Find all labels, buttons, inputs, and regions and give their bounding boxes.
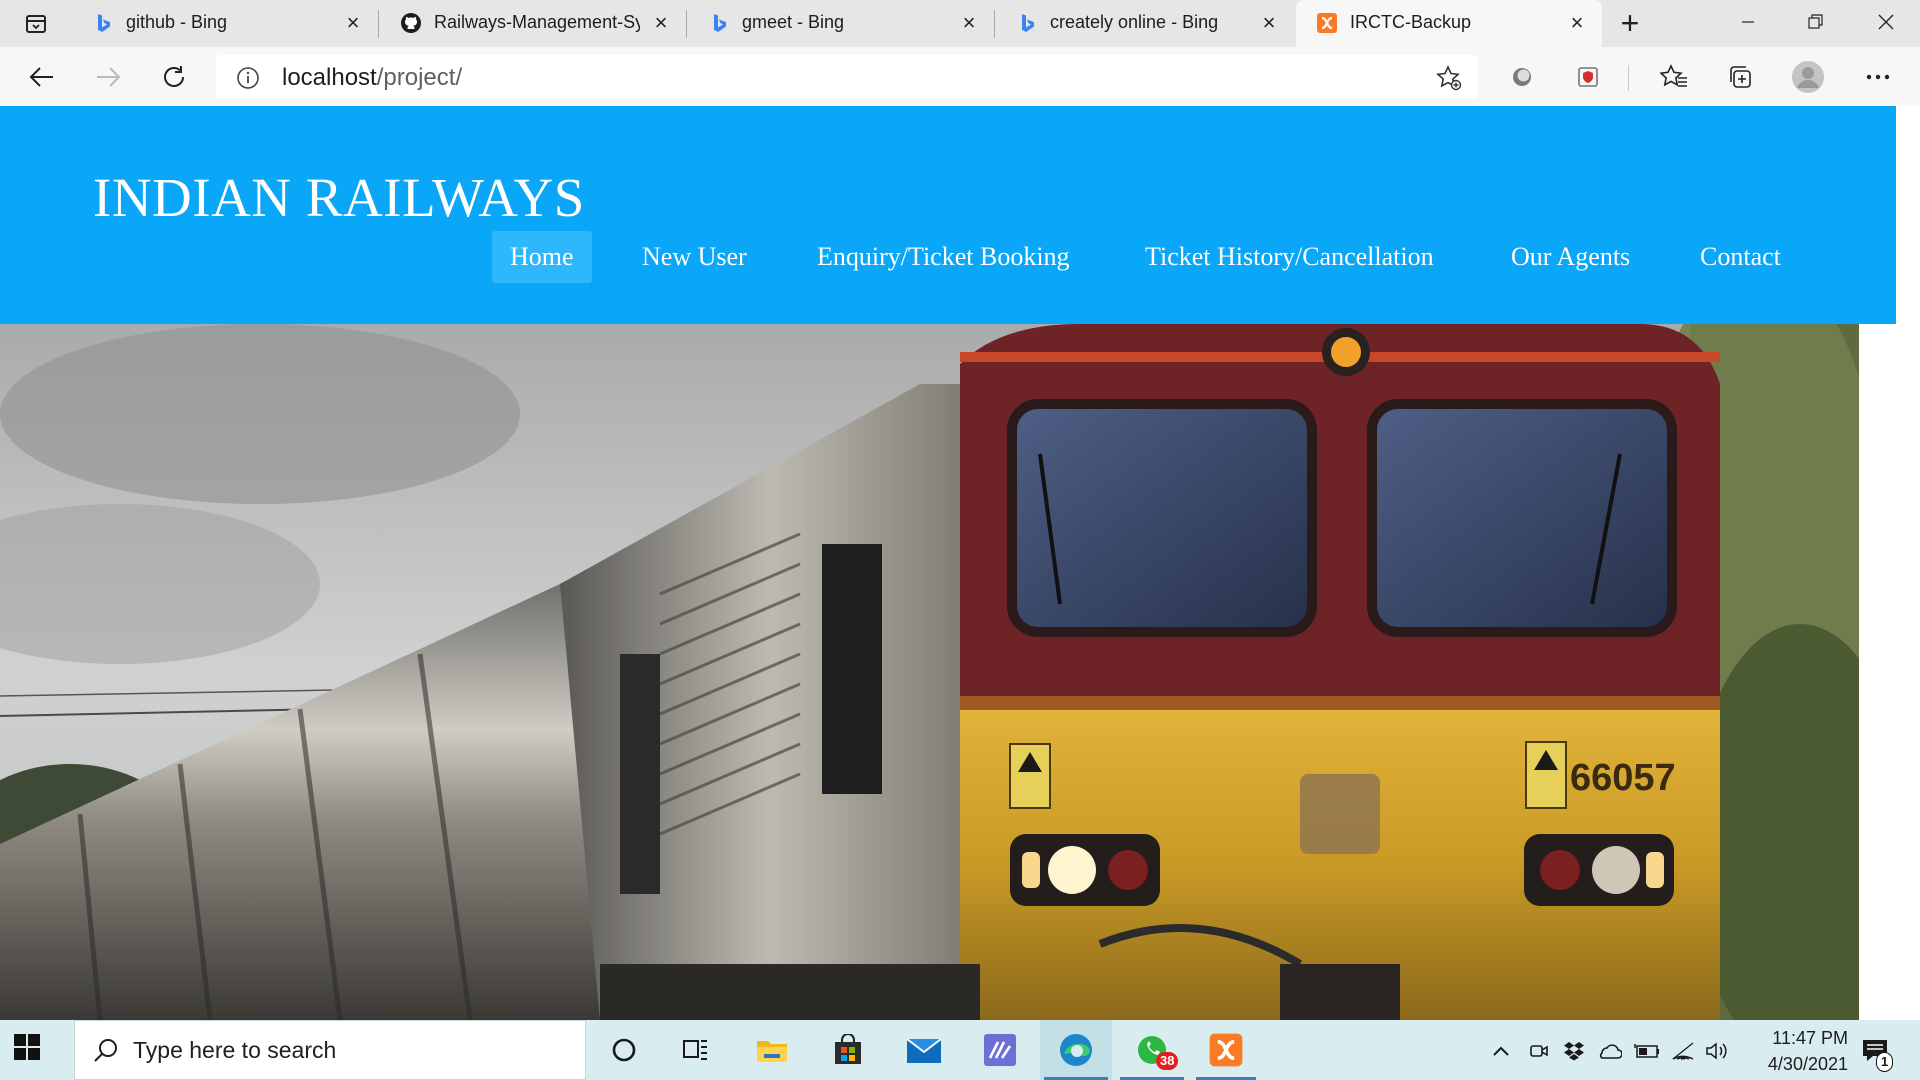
loco-number: 66057 <box>1570 757 1676 799</box>
forward-button[interactable] <box>86 55 130 99</box>
tab-separator <box>994 10 995 38</box>
close-tab-icon[interactable]: × <box>342 12 364 34</box>
restore-button[interactable] <box>1782 0 1850 44</box>
new-tab-button[interactable]: + <box>1612 6 1648 42</box>
task-view-icon[interactable] <box>664 1020 728 1080</box>
web-page: INDIAN RAILWAYS Home New User Enquiry/Ti… <box>0 106 1896 1020</box>
minimize-button[interactable] <box>1714 0 1782 44</box>
back-button[interactable] <box>20 55 64 99</box>
file-explorer-icon[interactable] <box>740 1020 804 1080</box>
nav-home[interactable]: Home <box>492 231 592 283</box>
mail-icon[interactable] <box>892 1020 956 1080</box>
close-tab-icon[interactable]: × <box>1566 12 1588 34</box>
tab-separator <box>686 10 687 38</box>
show-hidden-icons-chevron-icon[interactable] <box>1490 1038 1512 1064</box>
search-icon <box>93 1038 119 1069</box>
tab-title: IRCTC-Backup <box>1350 12 1472 32</box>
windows-start-icon[interactable] <box>14 1034 48 1068</box>
app-icon[interactable] <box>968 1020 1032 1080</box>
notifications-badge: 1 <box>1876 1052 1894 1072</box>
taskbar-search-placeholder: Type here to search <box>133 1037 337 1063</box>
clock-date: 4/30/2021 <box>1767 1054 1848 1074</box>
notifications-icon[interactable]: 1 <box>1858 1038 1894 1072</box>
clock-time: 11:47 PM <box>1772 1028 1848 1048</box>
site-nav: Home New User Enquiry/Ticket Booking Tic… <box>0 231 1896 283</box>
browser-toolbar: localhost/project/ <box>0 47 1920 106</box>
site-header: INDIAN RAILWAYS Home New User Enquiry/Ti… <box>0 106 1896 324</box>
nav-ticket-history-cancellation[interactable]: Ticket History/Cancellation <box>1127 231 1452 283</box>
collections-icon[interactable] <box>1722 59 1758 95</box>
volume-icon[interactable] <box>1704 1038 1730 1064</box>
address-bar[interactable]: localhost/project/ <box>216 55 1478 99</box>
taskbar-clock[interactable]: 11:47 PM 4/30/2021 <box>1728 1025 1848 1077</box>
add-favorite-icon[interactable] <box>1436 65 1462 96</box>
bing-icon <box>708 12 730 34</box>
windows-taskbar: Type here to search 38 11:47 PM 4/30/202… <box>0 1020 1920 1080</box>
site-title: INDIAN RAILWAYS <box>93 167 585 228</box>
nav-contact[interactable]: Contact <box>1682 231 1799 283</box>
xampp-taskbar-icon[interactable] <box>1192 1020 1260 1080</box>
cortana-icon[interactable] <box>592 1020 656 1080</box>
profile-avatar-icon[interactable] <box>1790 59 1826 95</box>
battery-icon[interactable] <box>1634 1038 1660 1064</box>
close-tab-icon[interactable]: × <box>1258 12 1280 34</box>
xampp-icon <box>1316 12 1338 34</box>
close-tab-icon[interactable]: × <box>958 12 980 34</box>
onedrive-icon[interactable] <box>1596 1038 1622 1064</box>
tab-creately-bing[interactable]: creately online - Bing × <box>996 0 1294 47</box>
nav-our-agents[interactable]: Our Agents <box>1493 231 1648 283</box>
url-path: /project/ <box>376 64 463 91</box>
tab-title: gmeet - Bing <box>742 12 845 32</box>
tab-title: Railways-Management-Sy <box>434 12 640 32</box>
taskbar-search-box[interactable]: Type here to search <box>74 1020 586 1080</box>
whatsapp-unread-badge: 38 <box>1156 1052 1179 1070</box>
hero-train-image: 66057 <box>0 324 1859 1020</box>
whatsapp-icon[interactable]: 38 <box>1116 1020 1188 1080</box>
tab-title: creately online - Bing <box>1050 12 1219 32</box>
close-tab-icon[interactable]: × <box>650 12 672 34</box>
bing-icon <box>1016 12 1038 34</box>
microsoft-store-icon[interactable] <box>816 1020 880 1080</box>
bing-icon <box>92 12 114 34</box>
meet-now-icon[interactable] <box>1528 1038 1550 1064</box>
tab-separator <box>378 10 379 38</box>
tab-irctc-backup[interactable]: IRCTC-Backup × <box>1296 0 1602 47</box>
tab-github-bing[interactable]: github - Bing × <box>72 0 378 47</box>
browser-tab-strip: github - Bing × Railways-Management-Sy ×… <box>0 0 1920 47</box>
locomotive-illustration: 66057 <box>0 324 1859 1020</box>
nav-new-user[interactable]: New User <box>624 231 765 283</box>
github-icon <box>400 12 422 34</box>
favorites-icon[interactable] <box>1656 59 1692 95</box>
refresh-button[interactable] <box>152 55 196 99</box>
address-url: localhost/project/ <box>282 64 462 92</box>
tab-railways-github[interactable]: Railways-Management-Sy × <box>380 0 686 47</box>
settings-more-icon[interactable] <box>1860 59 1896 95</box>
site-info-icon[interactable] <box>236 66 260 95</box>
dropbox-icon[interactable] <box>1562 1038 1586 1064</box>
tab-title: github - Bing <box>126 12 228 32</box>
url-host: localhost <box>282 64 377 91</box>
nav-enquiry-ticket-booking[interactable]: Enquiry/Ticket Booking <box>799 231 1088 283</box>
tab-actions-icon[interactable] <box>16 8 56 40</box>
extension-circle-icon[interactable] <box>1504 59 1540 95</box>
wifi-icon[interactable] <box>1670 1038 1696 1064</box>
extension-shield-icon[interactable] <box>1570 59 1606 95</box>
tab-gmeet-bing[interactable]: gmeet - Bing × <box>688 0 994 47</box>
close-window-button[interactable] <box>1852 0 1920 44</box>
toolbar-divider <box>1628 65 1629 91</box>
edge-browser-icon[interactable] <box>1040 1020 1112 1080</box>
